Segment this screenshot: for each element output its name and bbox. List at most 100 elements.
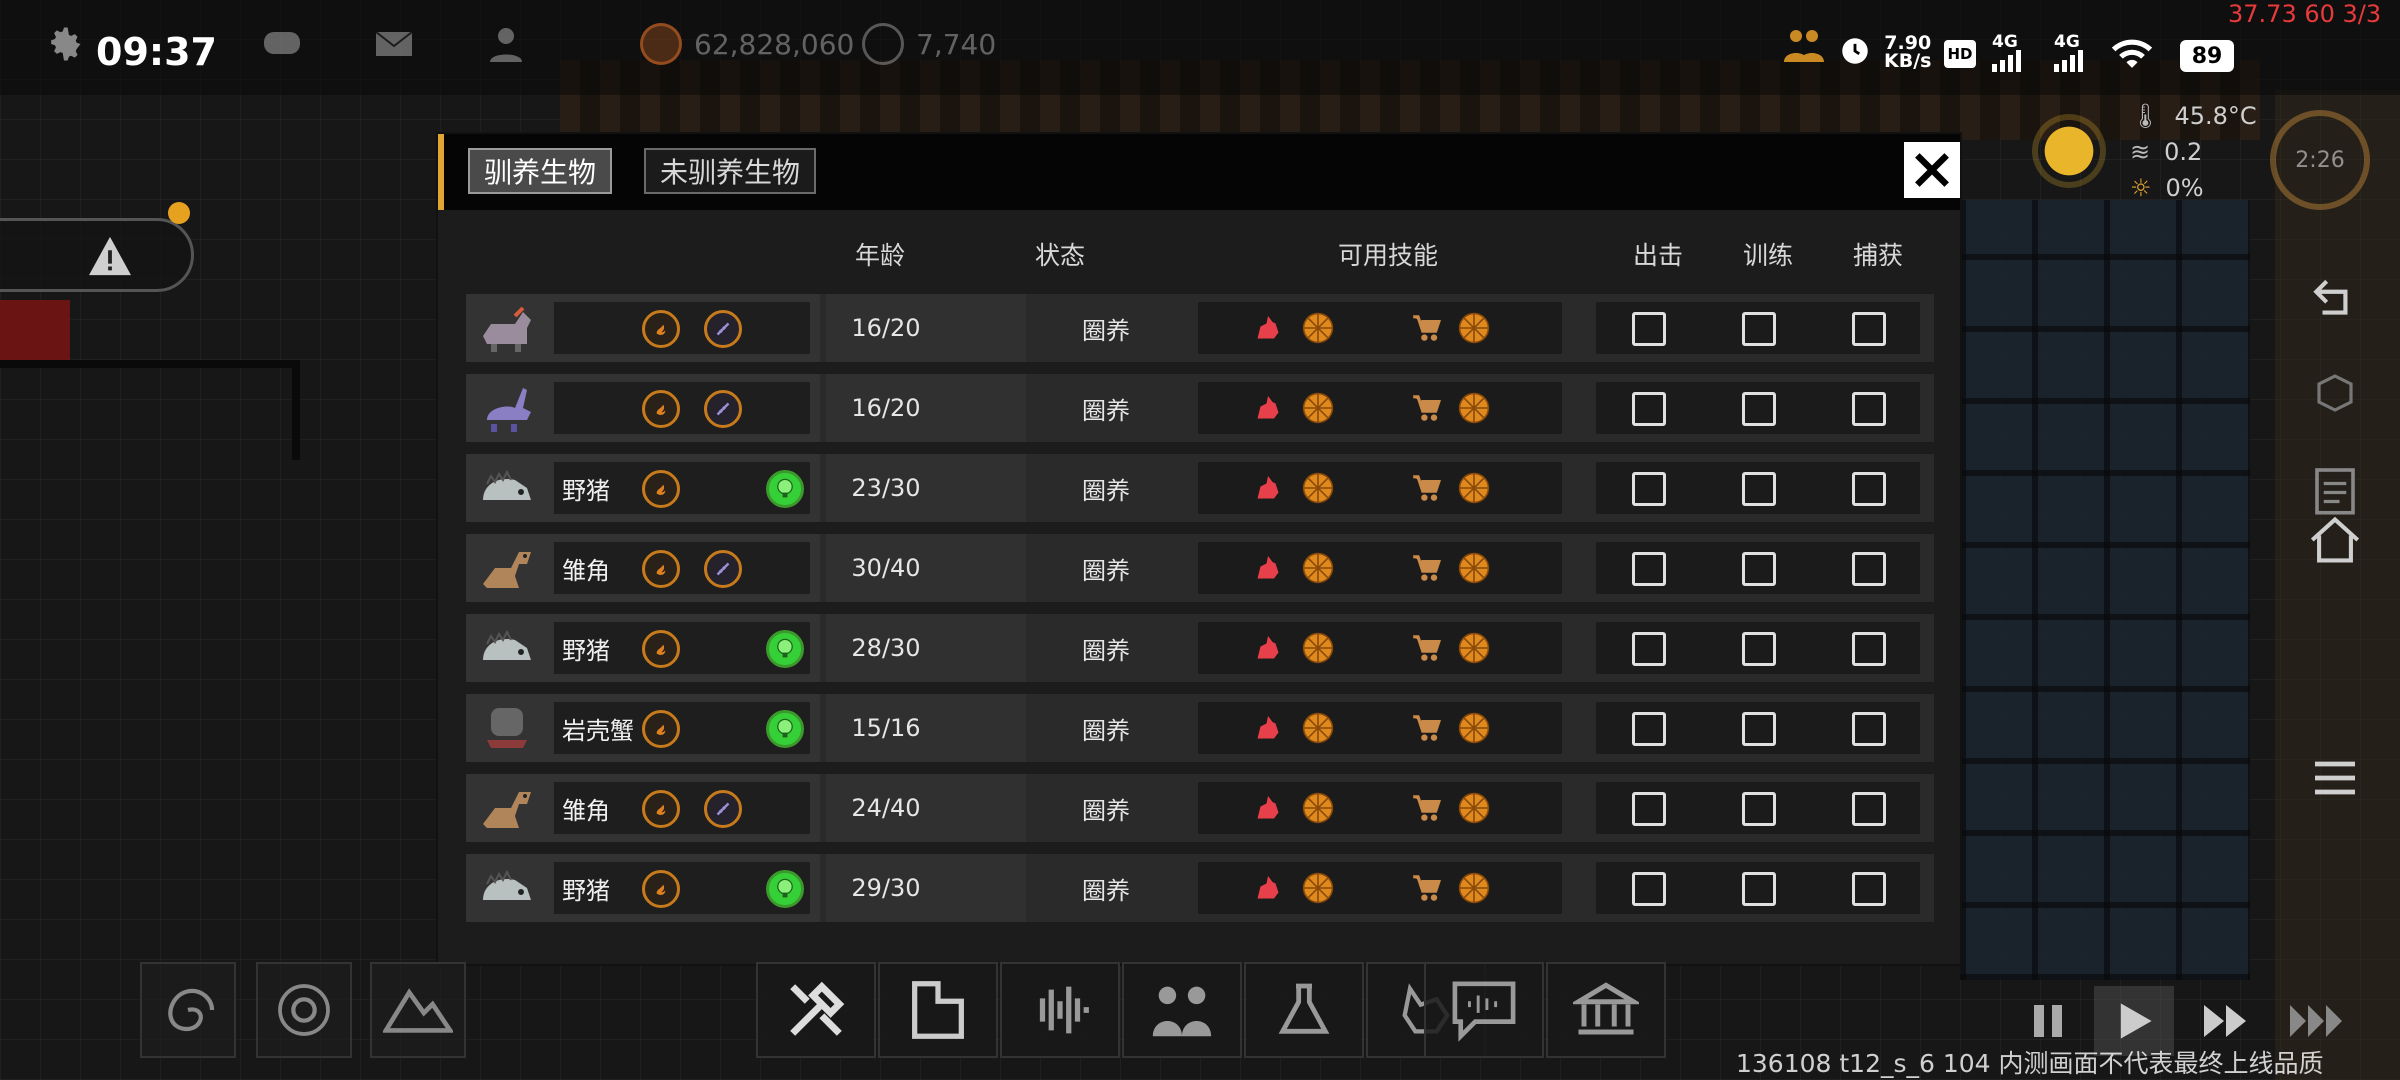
menu-icon[interactable] (2300, 748, 2370, 808)
cart-skill-icon[interactable] (1408, 710, 1444, 746)
deploy-checkbox[interactable] (1632, 632, 1666, 666)
train-checkbox[interactable] (1742, 552, 1776, 586)
orb-skill-icon[interactable] (1300, 550, 1336, 586)
capture-checkbox[interactable] (1852, 792, 1886, 826)
deploy-checkbox[interactable] (1632, 312, 1666, 346)
tab-tamed-creatures[interactable]: 驯养生物 (468, 148, 613, 194)
attack-skill-icon[interactable] (1250, 710, 1286, 746)
cube-icon[interactable] (2300, 364, 2370, 424)
galaxy-button[interactable] (140, 962, 236, 1058)
attack-skill-icon[interactable] (1250, 390, 1286, 426)
table-row[interactable]: 雏角 24/40 圈养 (466, 774, 1934, 842)
fire-trait-icon[interactable] (642, 630, 680, 668)
orb-skill-icon[interactable] (1456, 390, 1492, 426)
creature-cell[interactable]: 野猪 (466, 454, 820, 522)
terrain-button[interactable] (370, 962, 466, 1058)
attack-skill-icon[interactable] (1250, 790, 1286, 826)
orb-skill-icon[interactable] (1456, 630, 1492, 666)
gear-icon[interactable] (42, 22, 86, 66)
ultra-speed-button[interactable] (2286, 996, 2346, 1046)
orb-skill-icon[interactable] (1456, 470, 1492, 506)
creature-cell[interactable]: 野猪 (466, 854, 820, 922)
train-checkbox[interactable] (1742, 312, 1776, 346)
capture-checkbox[interactable] (1852, 712, 1886, 746)
message-button[interactable] (1424, 962, 1544, 1058)
fire-trait-icon[interactable] (642, 790, 680, 828)
creature-cell[interactable]: 雏角 (466, 534, 820, 602)
attack-skill-icon[interactable] (1250, 470, 1286, 506)
people-button[interactable] (1122, 962, 1242, 1058)
orb-skill-icon[interactable] (1300, 310, 1336, 346)
cart-skill-icon[interactable] (1408, 550, 1444, 586)
cart-skill-icon[interactable] (1408, 790, 1444, 826)
orb-skill-icon[interactable] (1300, 630, 1336, 666)
build-button[interactable] (756, 962, 876, 1058)
bulb-trait-icon[interactable] (766, 710, 804, 748)
fire-trait-icon[interactable] (642, 710, 680, 748)
research-button[interactable] (1244, 962, 1364, 1058)
attack-skill-icon[interactable] (1250, 310, 1286, 346)
creature-cell[interactable] (466, 294, 820, 362)
orb-skill-icon[interactable] (1456, 550, 1492, 586)
creature-cell[interactable]: 岩壳蟹 (466, 694, 820, 762)
home-icon[interactable] (2300, 510, 2370, 570)
government-button[interactable] (1546, 962, 1666, 1058)
cart-skill-icon[interactable] (1408, 310, 1444, 346)
orb-skill-icon[interactable] (1456, 710, 1492, 746)
train-checkbox[interactable] (1742, 472, 1776, 506)
fire-trait-icon[interactable] (642, 870, 680, 908)
fire-trait-icon[interactable] (642, 470, 680, 508)
deploy-checkbox[interactable] (1632, 872, 1666, 906)
table-row[interactable]: 野猪 29/30 圈养 (466, 854, 1934, 922)
bulb-trait-icon[interactable] (766, 870, 804, 908)
creature-cell[interactable]: 雏角 (466, 774, 820, 842)
pause-button[interactable] (2018, 996, 2078, 1046)
fire-trait-icon[interactable] (642, 550, 680, 588)
capture-checkbox[interactable] (1852, 552, 1886, 586)
table-row[interactable]: 野猪 23/30 圈养 (466, 454, 1934, 522)
table-row[interactable]: 岩壳蟹 15/16 圈养 (466, 694, 1934, 762)
creature-cell[interactable]: 野猪 (466, 614, 820, 682)
attack-skill-icon[interactable] (1250, 870, 1286, 906)
day-clock[interactable]: 2:26 (2270, 110, 2370, 210)
feather-trait-icon[interactable] (704, 310, 742, 348)
feather-trait-icon[interactable] (704, 550, 742, 588)
table-row[interactable]: 16/20 圈养 (466, 374, 1934, 442)
table-row[interactable]: 16/20 圈养 (466, 294, 1934, 362)
orb-skill-icon[interactable] (1300, 470, 1336, 506)
fast-forward-button[interactable] (2196, 996, 2256, 1046)
cart-skill-icon[interactable] (1408, 630, 1444, 666)
orb-skill-icon[interactable] (1456, 870, 1492, 906)
alert-button[interactable] (0, 218, 194, 292)
attack-skill-icon[interactable] (1250, 630, 1286, 666)
orb-skill-icon[interactable] (1456, 790, 1492, 826)
attack-skill-icon[interactable] (1250, 550, 1286, 586)
creature-cell[interactable] (466, 374, 820, 442)
bulb-trait-icon[interactable] (766, 630, 804, 668)
deploy-checkbox[interactable] (1632, 792, 1666, 826)
capture-checkbox[interactable] (1852, 472, 1886, 506)
user-icon[interactable] (482, 20, 530, 68)
planet-button[interactable] (256, 962, 352, 1058)
table-row[interactable]: 野猪 28/30 圈养 (466, 614, 1934, 682)
deploy-checkbox[interactable] (1632, 392, 1666, 426)
feather-trait-icon[interactable] (704, 790, 742, 828)
sound-button[interactable] (1000, 962, 1120, 1058)
train-checkbox[interactable] (1742, 392, 1776, 426)
deploy-checkbox[interactable] (1632, 472, 1666, 506)
orb-skill-icon[interactable] (1300, 790, 1336, 826)
tab-untamed-creatures[interactable]: 未驯养生物 (644, 148, 817, 194)
deploy-checkbox[interactable] (1632, 552, 1666, 586)
train-checkbox[interactable] (1742, 632, 1776, 666)
train-checkbox[interactable] (1742, 792, 1776, 826)
orb-skill-icon[interactable] (1300, 710, 1336, 746)
fire-trait-icon[interactable] (642, 390, 680, 428)
capture-checkbox[interactable] (1852, 632, 1886, 666)
cart-skill-icon[interactable] (1408, 470, 1444, 506)
train-checkbox[interactable] (1742, 872, 1776, 906)
capture-checkbox[interactable] (1852, 312, 1886, 346)
table-row[interactable]: 雏角 30/40 圈养 (466, 534, 1934, 602)
feather-trait-icon[interactable] (704, 390, 742, 428)
cart-skill-icon[interactable] (1408, 390, 1444, 426)
back-arrow-icon[interactable] (2300, 268, 2370, 328)
